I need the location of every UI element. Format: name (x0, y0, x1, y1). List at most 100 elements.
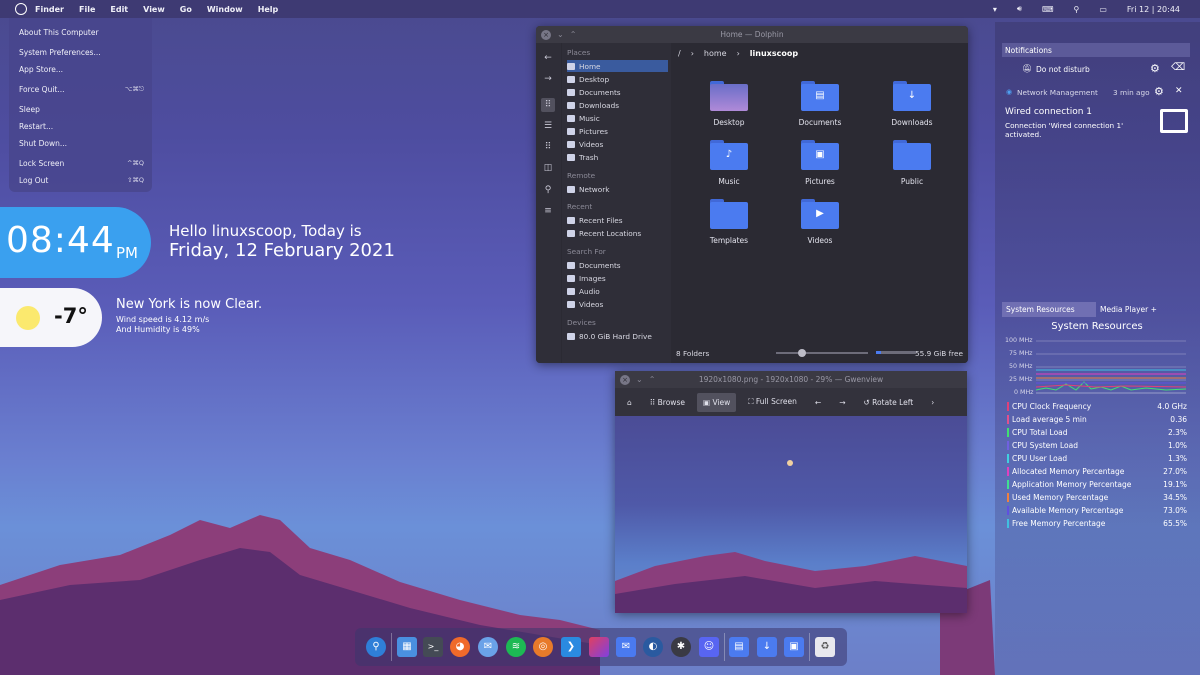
forward-icon[interactable]: → (541, 72, 555, 86)
folder-public[interactable]: Public (877, 140, 947, 186)
downloads-icon[interactable]: ↓ (757, 637, 777, 657)
search-item-videos[interactable]: Videos (567, 298, 668, 310)
home-icon[interactable]: ⌂ (621, 393, 638, 412)
mail-icon[interactable]: ✉ (478, 637, 498, 657)
folder-music[interactable]: ♪ Music (694, 140, 764, 186)
folder-desktop[interactable]: Desktop (694, 81, 764, 127)
split-view-icon[interactable]: ◫ (541, 161, 555, 175)
desktop-icon (567, 75, 575, 83)
volume-icon[interactable]: 🔊︎ (1017, 4, 1022, 14)
remote-item-network[interactable]: Network (567, 183, 668, 195)
previous-icon[interactable]: ← (809, 393, 827, 412)
downloads-icon (567, 101, 575, 109)
recent-item-files[interactable]: Recent Files (567, 214, 668, 226)
places-item-videos[interactable]: Videos (567, 138, 668, 150)
firefox-icon[interactable]: ◕ (450, 637, 470, 657)
discord-icon[interactable]: ☺ (699, 637, 719, 657)
menu-window[interactable]: Window (207, 5, 254, 14)
keyboard-icon[interactable]: ⌨︎ (1042, 5, 1054, 14)
gwenview-titlebar[interactable]: × ⌄ ⌃ 1920x1080.png - 1920x1080 - 29% — … (615, 371, 967, 388)
spotify-icon[interactable]: ≋ (506, 637, 526, 657)
folder-count: 8 Folders (676, 349, 710, 358)
details-view-icon[interactable]: ⠿ (541, 140, 555, 154)
terminal-icon[interactable]: >_ (423, 637, 443, 657)
search-item-audio[interactable]: Audio (567, 285, 668, 297)
menu-item-lock-screen[interactable]: Lock Screen ^⌘Q (19, 159, 144, 168)
search-item-images[interactable]: Images (567, 272, 668, 284)
zoom-slider[interactable] (776, 349, 868, 357)
search-icon[interactable]: ⚲ (1073, 5, 1079, 14)
battery-icon[interactable]: ▭ (1099, 5, 1107, 14)
next-icon[interactable]: → (833, 393, 851, 412)
finder-icon[interactable]: ▦ (397, 637, 417, 657)
places-item-downloads[interactable]: Downloads (567, 99, 668, 111)
menu-help[interactable]: Help (258, 5, 290, 14)
places-item-documents[interactable]: Documents (567, 86, 668, 98)
search-icon[interactable]: ⚲ (366, 637, 386, 657)
view-button[interactable]: ▣ View (696, 392, 737, 412)
ubuntu-icon[interactable]: ◎ (533, 637, 553, 657)
close-icon[interactable]: ✕ (1175, 86, 1183, 96)
mailbox-icon[interactable]: ✉ (616, 637, 636, 657)
gear-icon[interactable]: ⚙ (1154, 85, 1164, 98)
more-icon[interactable]: › (925, 393, 940, 412)
folder-icon[interactable]: ▤ (729, 637, 749, 657)
clock-text[interactable]: Fri 12 | 20:44 (1127, 5, 1180, 14)
places-item-music[interactable]: Music (567, 112, 668, 124)
weather-widget: -7° (0, 288, 102, 347)
system-menu-icon[interactable] (15, 3, 27, 15)
dropdown-icon[interactable]: ▾ (993, 5, 997, 14)
folder-pictures[interactable]: ▣ Pictures (785, 140, 855, 186)
search-icon[interactable]: ⚲ (541, 183, 555, 197)
folder-documents[interactable]: ▤ Documents (785, 81, 855, 127)
device-item-hard-drive[interactable]: 80.0 GiB Hard Drive (567, 330, 668, 342)
folder-templates[interactable]: Templates (694, 199, 764, 245)
places-item-pictures[interactable]: Pictures (567, 125, 668, 137)
tab-system-resources[interactable]: System Resources (1002, 302, 1096, 317)
menu-file[interactable]: File (79, 5, 106, 14)
places-item-desktop[interactable]: Desktop (567, 73, 668, 85)
trash-icon[interactable]: ♻ (815, 637, 835, 657)
bug-icon[interactable]: ✱ (671, 637, 691, 657)
menu-item-restart[interactable]: Restart... (19, 122, 144, 131)
crumb-current[interactable]: linuxscoop (750, 49, 798, 58)
menu-item-shutdown[interactable]: Shut Down... (19, 139, 144, 148)
recent-item-locations[interactable]: Recent Locations (567, 227, 668, 239)
image-preview[interactable] (615, 416, 967, 613)
pictures-icon[interactable]: ▣ (784, 637, 804, 657)
compact-view-icon[interactable]: ☰ (541, 119, 555, 133)
places-item-trash[interactable]: Trash (567, 151, 668, 163)
fullscreen-button[interactable]: ⛶ Full Screen (742, 392, 803, 412)
do-not-disturb-toggle[interactable]: Do not disturb (1036, 65, 1090, 74)
places-item-home[interactable]: Home (567, 60, 668, 72)
tab-media-player[interactable]: Media Player + (1096, 302, 1190, 317)
menu-item-app-store[interactable]: App Store... (19, 65, 144, 74)
gear-icon[interactable]: ⚙ (1150, 62, 1160, 75)
crumb-root[interactable]: / (678, 49, 681, 58)
menu-finder[interactable]: Finder (35, 5, 75, 14)
menu-item-about[interactable]: About This Computer (19, 28, 144, 37)
zoom-slider-knob[interactable] (798, 349, 806, 357)
folder-videos[interactable]: ▶ Videos (785, 199, 855, 245)
menu-item-logout[interactable]: Log Out ⇧⌘Q (19, 176, 144, 185)
icons-view-icon[interactable]: ⠿ (541, 98, 555, 112)
vscode-icon[interactable]: ❯ (561, 637, 581, 657)
menu-go[interactable]: Go (180, 5, 203, 14)
crumb-home[interactable]: home (704, 49, 727, 58)
browse-button[interactable]: ⠿ Browse (644, 393, 691, 412)
system-menu-dropdown: About This Computer System Preferences..… (9, 18, 152, 192)
back-icon[interactable]: ← (541, 51, 555, 65)
clear-icon[interactable]: ⌫ (1171, 62, 1185, 73)
theme-icon[interactable] (589, 637, 609, 657)
menu-item-force-quit[interactable]: Force Quit... ⌥⌘⎋ (19, 85, 144, 94)
folder-downloads[interactable]: ↓ Downloads (877, 81, 947, 127)
rotate-left-button[interactable]: ↺ Rotate Left (858, 393, 920, 412)
menu-edit[interactable]: Edit (110, 5, 139, 14)
menu-view[interactable]: View (143, 5, 176, 14)
menu-icon[interactable]: ≡ (541, 204, 555, 218)
dolphin-titlebar[interactable]: × ⌄ ⌃ Home — Dolphin (536, 26, 968, 43)
toggle-icon[interactable]: ◐ (643, 637, 663, 657)
search-item-documents[interactable]: Documents (567, 259, 668, 271)
menu-item-preferences[interactable]: System Preferences... (19, 48, 144, 57)
menu-item-sleep[interactable]: Sleep (19, 105, 144, 114)
